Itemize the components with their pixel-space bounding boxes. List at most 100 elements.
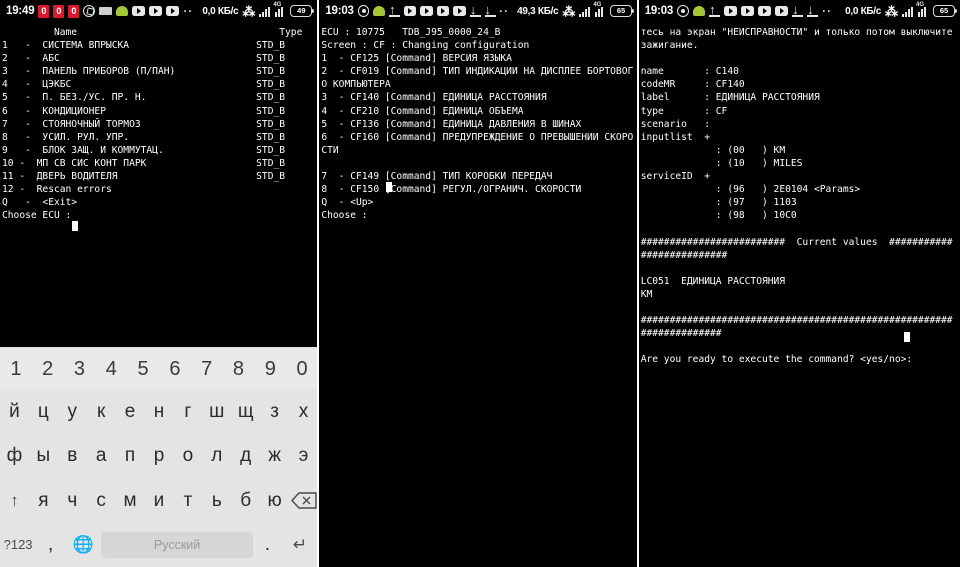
key-9[interactable]: 9 (254, 349, 286, 389)
data-rate-label: 49,3 КБ/с (517, 5, 559, 17)
key-7[interactable]: 7 (191, 349, 223, 389)
viber-icon (83, 5, 96, 17)
key-cyr-4[interactable]: к (87, 389, 116, 434)
download-icon (792, 2, 804, 17)
panel-cf-config: 19:03 ·· 49,3 КБ/с ⁂ 4G 65 ECU : 10775 T… (319, 0, 637, 567)
key-cyr-17[interactable]: р (145, 434, 174, 479)
signal-icon (579, 6, 591, 17)
key-cyr-25[interactable]: с (87, 478, 116, 523)
key-cyr-30[interactable]: б (231, 478, 260, 523)
panel-ecu-list: 19:49 0 0 0 ·· 0,0 КБ/с ⁂ 4G 49 Name Typ… (0, 0, 318, 567)
youtube-icon (741, 6, 755, 16)
key-cyr-14[interactable]: в (58, 434, 87, 479)
keyboard-row-1: й ц у к е н г ш щ з х (0, 389, 317, 434)
status-clock: 19:49 (6, 5, 35, 17)
key-cyr-11[interactable]: х (289, 389, 317, 434)
key-cyr-31[interactable]: ю (260, 478, 289, 523)
key-cyr-1[interactable]: й (0, 389, 29, 434)
battery-icon: 65 (933, 5, 958, 17)
upload-icon (389, 2, 400, 17)
battery-icon: 49 (290, 5, 315, 17)
circle-pin-icon (357, 5, 370, 17)
terminal-cursor (903, 332, 910, 342)
backspace-icon[interactable] (289, 478, 317, 523)
keyboard-row-numbers: 1 2 3 4 5 6 7 8 9 0 (0, 349, 318, 389)
key-cyr-5[interactable]: е (116, 389, 145, 434)
key-cyr-3[interactable]: у (58, 389, 87, 434)
upload-icon (709, 2, 721, 17)
more-icons-ellipsis-icon: ·· (499, 4, 510, 18)
sms-icon (99, 7, 113, 15)
youtube-icon (166, 6, 180, 16)
notification-badge-0: 0 (53, 4, 65, 18)
youtube-icon (724, 6, 738, 16)
youtube-icon (132, 6, 146, 16)
key-8[interactable]: 8 (223, 349, 255, 389)
key-cyr-15[interactable]: а (87, 434, 116, 479)
key-cyr-29[interactable]: ь (202, 478, 231, 523)
key-cyr-2[interactable]: ц (29, 389, 58, 434)
status-clock: 19:03 (644, 5, 674, 17)
key-cyr-18[interactable]: о (173, 434, 202, 479)
data-rate-label: 0,0 КБ/с (202, 5, 239, 17)
status-bar-2: 19:03 ·· 49,3 КБ/с ⁂ 4G 65 (319, 0, 637, 22)
signal-4g-icon: 4G (916, 2, 929, 17)
bluetooth-icon: ⁂ (885, 3, 899, 19)
key-cyr-20[interactable]: д (231, 434, 260, 479)
on-screen-keyboard[interactable]: 1 2 3 4 5 6 7 8 9 0 й ц у к е н г ш щ з … (0, 347, 318, 567)
symbols-key[interactable]: ?123 (0, 523, 36, 567)
screen-root: 19:49 0 0 0 ·· 0,0 КБ/с ⁂ 4G 49 Name Typ… (0, 0, 960, 567)
key-cyr-10[interactable]: з (260, 389, 289, 434)
spacebar[interactable]: Русский (101, 531, 253, 558)
more-icons-ellipsis-icon: ·· (822, 4, 833, 18)
keyboard-row-bottom: ?123 , 🌐 Русский . ↵ (0, 523, 317, 567)
download-icon (469, 2, 481, 17)
key-cyr-26[interactable]: м (116, 478, 145, 523)
notification-badge-0: 0 (68, 4, 80, 18)
key-cyr-21[interactable]: ж (260, 434, 289, 479)
key-cyr-23[interactable]: я (29, 478, 58, 523)
keyboard-row-3: ↑ я ч с м и т ь б ю (0, 478, 317, 523)
key-cyr-16[interactable]: п (116, 434, 145, 479)
shift-icon[interactable]: ↑ (0, 478, 29, 523)
youtube-icon (149, 6, 163, 16)
android-icon (373, 6, 386, 16)
key-cyr-12[interactable]: ф (0, 434, 29, 479)
youtube-icon (453, 6, 466, 16)
key-3[interactable]: 3 (64, 349, 96, 389)
terminal-output-command-confirm[interactable]: тесь на экран "НЕИСПРАВНОСТИ" и только п… (639, 22, 960, 366)
panel-command-confirm: 19:03 ·· 0,0 КБ/с ⁂ 4G 65 тесь на экран … (638, 0, 960, 567)
terminal-output-cf-config[interactable]: ECU : 10775 TDB_J95_0000_24_B Screen : C… (319, 22, 636, 222)
globe-icon[interactable]: 🌐 (65, 523, 101, 567)
period-key[interactable]: . (253, 523, 282, 567)
android-icon (116, 6, 129, 16)
key-1[interactable]: 1 (0, 349, 32, 389)
youtube-icon (436, 6, 450, 16)
key-4[interactable]: 4 (95, 349, 127, 389)
comma-key[interactable]: , (36, 523, 65, 567)
key-0[interactable]: 0 (286, 349, 317, 389)
terminal-cursor (386, 182, 393, 192)
key-cyr-24[interactable]: ч (58, 478, 87, 523)
more-icons-ellipsis-icon: ·· (183, 4, 194, 18)
key-cyr-13[interactable]: ы (29, 434, 58, 479)
signal-icon (902, 6, 914, 17)
key-cyr-22[interactable]: э (289, 434, 317, 479)
key-cyr-19[interactable]: л (202, 434, 231, 479)
key-cyr-27[interactable]: и (145, 478, 174, 523)
key-cyr-8[interactable]: ш (202, 389, 231, 434)
key-cyr-9[interactable]: щ (231, 389, 260, 434)
signal-4g-icon: 4G (273, 2, 286, 17)
key-cyr-7[interactable]: г (173, 389, 202, 434)
status-bar-1: 19:49 0 0 0 ·· 0,0 КБ/с ⁂ 4G 49 (0, 0, 318, 22)
circle-pin-icon (677, 5, 690, 17)
key-cyr-6[interactable]: н (145, 389, 174, 434)
terminal-output-ecu-list[interactable]: Name Type 1 - СИСТЕМА ВПРЫСКА STD_B 2 - … (0, 22, 317, 222)
key-cyr-28[interactable]: т (173, 478, 202, 523)
key-2[interactable]: 2 (32, 349, 64, 389)
key-6[interactable]: 6 (159, 349, 191, 389)
download-icon (484, 2, 496, 17)
status-clock: 19:03 (325, 5, 354, 17)
enter-icon[interactable]: ↵ (282, 523, 317, 567)
key-5[interactable]: 5 (127, 349, 159, 389)
